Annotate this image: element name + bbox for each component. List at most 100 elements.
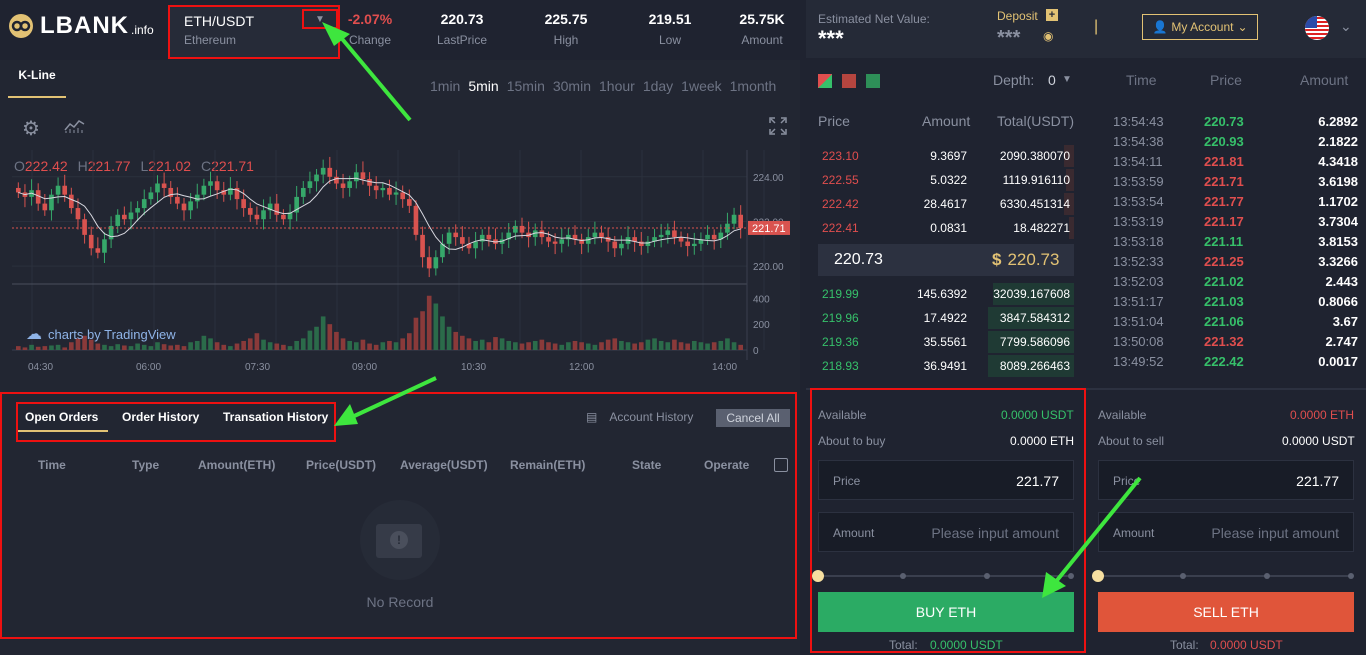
trade-row: 13:53:54 221.77 1.1702 [1110, 194, 1360, 214]
trade-row: 13:49:52 222.42 0.0017 [1110, 354, 1360, 374]
trade-price: 220.73 [1204, 114, 1244, 129]
bid-row[interactable]: 218.93 36.9491 8089.266463 [812, 354, 1082, 378]
trade-time: 13:54:43 [1113, 114, 1164, 129]
bid-price: 219.99 [822, 287, 859, 301]
trade-amount: 3.3266 [1318, 254, 1358, 269]
trade-time: 13:53:59 [1113, 174, 1164, 189]
trade-row: 13:54:38 220.93 2.1822 [1110, 134, 1360, 154]
ask-price: 222.42 [822, 197, 859, 211]
trade-amount: 2.1822 [1318, 134, 1358, 149]
trade-row: 13:51:17 221.03 0.8066 [1110, 294, 1360, 314]
trade-time: 13:50:08 [1113, 334, 1164, 349]
stat-value: 219.51 [648, 11, 692, 27]
ask-amount: 28.4617 [923, 197, 967, 211]
stat-value: 25.75K [739, 11, 785, 27]
trade-time: 13:53:19 [1113, 214, 1164, 229]
trade-row: 13:52:03 221.02 2.443 [1110, 274, 1360, 294]
trade-time: 13:49:52 [1113, 354, 1164, 369]
trade-time: 13:51:17 [1113, 294, 1164, 309]
trade-row: 13:50:08 221.32 2.747 [1110, 334, 1360, 354]
trade-price: 221.77 [1204, 194, 1244, 209]
trade-price: 221.32 [1204, 334, 1244, 349]
ask-price: 222.55 [822, 173, 859, 187]
ask-amount: 0.0831 [930, 221, 967, 235]
stat-label: LastPrice [436, 33, 488, 47]
trade-time: 13:52:03 [1113, 274, 1164, 289]
bid-row[interactable]: 219.36 35.5561 7799.586096 [812, 330, 1082, 354]
stat-value: 225.75 [544, 11, 588, 27]
ask-row[interactable]: 222.42 28.4617 6330.451314 [812, 192, 1082, 216]
trade-amount: 3.8153 [1318, 234, 1358, 249]
trade-amount: 0.0017 [1318, 354, 1358, 369]
trade-amount: 3.67 [1332, 314, 1358, 329]
ask-total: 1119.916110 [1002, 173, 1070, 187]
trade-time: 13:52:33 [1113, 254, 1164, 269]
trade-price: 221.17 [1204, 214, 1244, 229]
trade-price: 221.81 [1204, 154, 1244, 169]
trade-amount: 0.8066 [1318, 294, 1358, 309]
trade-price: 221.71 [1204, 174, 1244, 189]
ask-price: 223.10 [822, 149, 859, 163]
bid-total: 3847.584312 [999, 311, 1070, 325]
ask-price: 222.41 [822, 221, 859, 235]
ask-total: 18.482271 [1013, 221, 1070, 235]
arrow-head [334, 404, 358, 426]
trade-amount: 2.443 [1325, 274, 1358, 289]
bid-amount: 17.4922 [923, 311, 967, 325]
trade-amount: 2.747 [1325, 334, 1358, 349]
trade-time: 13:53:18 [1113, 234, 1164, 249]
ask-row[interactable]: 222.41 0.0831 18.482271 [812, 216, 1082, 240]
bid-price: 219.96 [822, 311, 859, 325]
arrow-line [349, 376, 437, 420]
trade-row: 13:53:59 221.71 3.6198 [1110, 174, 1360, 194]
trade-amount: 4.3418 [1318, 154, 1358, 169]
stat-label: Change [348, 33, 392, 47]
bid-price: 218.93 [822, 359, 859, 373]
trade-price: 221.02 [1204, 274, 1244, 289]
trade-row: 13:54:11 221.81 4.3418 [1110, 154, 1360, 174]
bid-amount: 35.5561 [923, 335, 967, 349]
stat-high: 225.75 High [526, 11, 606, 47]
bid-row[interactable]: 219.96 17.4922 3847.584312 [812, 306, 1082, 330]
stat-amount: 25.75K Amount [722, 11, 802, 47]
stat-label: Amount [741, 33, 783, 47]
trade-price: 220.93 [1204, 134, 1244, 149]
trade-amount: 6.2892 [1318, 114, 1358, 129]
bid-total: 8089.266463 [999, 359, 1070, 373]
trade-row: 13:53:18 221.11 3.8153 [1110, 234, 1360, 254]
trade-price: 221.11 [1204, 234, 1244, 249]
trade-row: 13:51:04 221.06 3.67 [1110, 314, 1360, 334]
trade-time: 13:54:11 [1113, 154, 1163, 169]
bid-total: 7799.586096 [999, 335, 1070, 349]
stat-value: 220.73 [440, 11, 484, 27]
bid-amount: 36.9491 [923, 359, 967, 373]
stat-change: -2.07% Change [330, 11, 410, 47]
stat-lastprice: 220.73 LastPrice [422, 11, 502, 47]
trade-row: 13:54:43 220.73 6.2892 [1110, 114, 1360, 134]
trade-price: 221.25 [1204, 254, 1244, 269]
bid-row[interactable]: 219.99 145.6392 32039.167608 [812, 282, 1082, 306]
trade-row: 13:53:19 221.17 3.7304 [1110, 214, 1360, 234]
trade-price: 221.06 [1204, 314, 1244, 329]
trade-amount: 3.7304 [1318, 214, 1358, 229]
stat-label: High [553, 33, 579, 47]
ask-amount: 9.3697 [930, 149, 967, 163]
stat-low: 219.51 Low [630, 11, 710, 47]
ask-row[interactable]: 223.10 9.3697 2090.380070 [812, 144, 1082, 168]
trade-price: 222.42 [1204, 354, 1244, 369]
trade-amount: 1.1702 [1318, 194, 1358, 209]
stat-label: Low [658, 33, 681, 47]
stat-value: -2.07% [347, 11, 393, 27]
ask-total: 6330.451314 [999, 197, 1070, 211]
bid-price: 219.36 [822, 335, 859, 349]
ask-amount: 5.0322 [930, 173, 967, 187]
trade-price: 221.03 [1204, 294, 1244, 309]
trade-time: 13:51:04 [1113, 314, 1164, 329]
trade-time: 13:54:38 [1113, 134, 1164, 149]
bid-amount: 145.6392 [916, 287, 967, 301]
trade-row: 13:52:33 221.25 3.3266 [1110, 254, 1360, 274]
ask-total: 2090.380070 [999, 149, 1070, 163]
bid-total: 32039.167608 [993, 287, 1070, 301]
arrow-line [1052, 476, 1142, 586]
ask-row[interactable]: 222.55 5.0322 1119.916110 [812, 168, 1082, 192]
